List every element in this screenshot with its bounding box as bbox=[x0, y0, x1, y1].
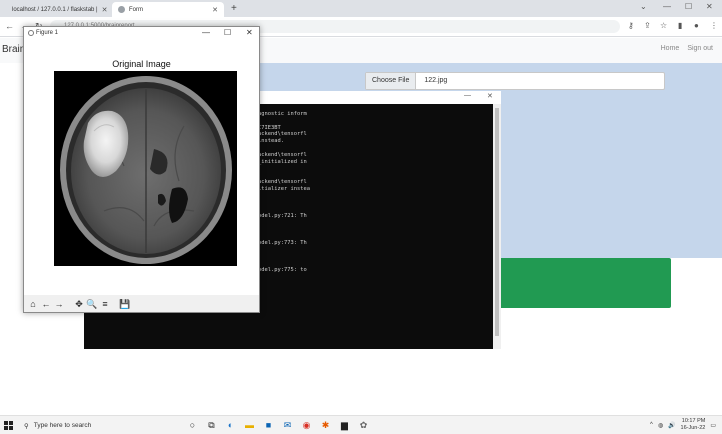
minimize-icon[interactable]: — bbox=[663, 2, 671, 11]
toolbar-separator bbox=[112, 298, 118, 310]
share-icon[interactable]: ⇪ bbox=[644, 21, 651, 30]
minimize-icon[interactable]: — bbox=[202, 28, 210, 37]
close-icon[interactable]: ✕ bbox=[706, 2, 713, 11]
clock[interactable]: 10:17 PM 16-Jun-22 bbox=[681, 418, 706, 432]
figure-window-title: Figure 1 bbox=[36, 30, 59, 36]
subplots-icon[interactable]: ≡ bbox=[99, 298, 111, 310]
home-icon[interactable]: ⌂ bbox=[27, 298, 39, 310]
new-tab-button[interactable]: + bbox=[231, 3, 237, 14]
figure-window[interactable]: Figure 1 — ☐ ✕ Original Image ⌂ ← → ✥ 🔍 … bbox=[23, 26, 260, 313]
task-view-icon[interactable]: ⧉ bbox=[205, 419, 218, 432]
chevron-up-icon[interactable]: ^ bbox=[650, 422, 653, 428]
search-icon: ⚲ bbox=[24, 422, 29, 430]
close-tab-icon[interactable]: ✕ bbox=[212, 6, 218, 14]
menu-icon[interactable]: ⋮ bbox=[710, 21, 718, 30]
pan-icon[interactable]: ✥ bbox=[73, 298, 85, 310]
close-tab-icon[interactable]: ✕ bbox=[102, 6, 108, 14]
chevron-down-icon[interactable]: ⌄ bbox=[640, 2, 647, 11]
figure-toolbar: ⌂ ← → ✥ 🔍 ≡ 💾 bbox=[24, 295, 259, 312]
selected-file-name: 122.jpg bbox=[424, 77, 448, 84]
save-icon[interactable]: 💾 bbox=[119, 298, 131, 310]
search-placeholder: Type here to search bbox=[33, 422, 92, 429]
file-input[interactable]: Choose File 122.jpg bbox=[365, 72, 665, 90]
tab-label: Form bbox=[129, 6, 143, 13]
submit-button[interactable] bbox=[498, 258, 671, 308]
globe-icon bbox=[118, 6, 125, 13]
sidebar-icon[interactable]: ▮ bbox=[678, 21, 682, 30]
figure-canvas: Original Image bbox=[24, 41, 259, 295]
xampp-icon[interactable]: ✱ bbox=[319, 419, 332, 432]
taskbar-search[interactable]: ⚲ Type here to search bbox=[20, 419, 172, 432]
network-icon[interactable]: ◍ bbox=[658, 422, 663, 429]
maximize-icon[interactable]: ☐ bbox=[685, 2, 692, 11]
file-explorer-icon[interactable]: ▬ bbox=[243, 419, 256, 432]
tab-form[interactable]: Form ✕ bbox=[112, 2, 224, 17]
back-arrow-icon[interactable]: ← bbox=[5, 21, 14, 31]
cortana-icon[interactable]: ○ bbox=[186, 419, 199, 432]
browser-tab-bar: localhost / 127.0.0.1 / flaskstab | ✕ Fo… bbox=[0, 0, 722, 17]
tab-label: localhost / 127.0.0.1 / flaskstab | bbox=[12, 6, 98, 13]
close-icon[interactable]: ✕ bbox=[246, 28, 253, 37]
mail-icon[interactable]: ✉ bbox=[281, 419, 294, 432]
figure-titlebar[interactable]: Figure 1 — ☐ ✕ bbox=[24, 27, 259, 41]
python-icon[interactable]: ✿ bbox=[357, 419, 370, 432]
nav-home-link[interactable]: Home bbox=[661, 45, 680, 52]
tab-phpmyadmin[interactable]: localhost / 127.0.0.1 / flaskstab | ✕ bbox=[2, 2, 112, 17]
chrome-icon[interactable]: ◉ bbox=[300, 419, 313, 432]
scrollbar-thumb[interactable] bbox=[495, 108, 499, 336]
zoom-icon[interactable]: 🔍 bbox=[86, 298, 98, 310]
close-icon[interactable]: ✕ bbox=[487, 92, 493, 100]
windows-start-icon[interactable] bbox=[4, 421, 13, 430]
system-tray: ^ ◍ 🔊 10:17 PM 16-Jun-22 ▭ bbox=[650, 418, 716, 432]
taskbar-apps: ○ ⧉ ◐ ▬ ■ ✉ ◉ ✱ ▆ ✿ bbox=[186, 419, 370, 432]
key-icon[interactable]: ⚷ bbox=[628, 21, 634, 30]
volume-icon[interactable]: 🔊 bbox=[668, 422, 675, 429]
minimize-icon[interactable]: — bbox=[464, 92, 471, 99]
windows-taskbar: ⚲ Type here to search ○ ⧉ ◐ ▬ ■ ✉ ◉ ✱ ▆ … bbox=[0, 415, 722, 434]
forward-icon[interactable]: → bbox=[53, 298, 65, 310]
profile-icon[interactable]: ● bbox=[694, 21, 699, 30]
choose-file-button[interactable]: Choose File bbox=[366, 73, 417, 89]
image-title: Original Image bbox=[112, 59, 171, 69]
edge-icon[interactable]: ◐ bbox=[224, 419, 237, 432]
back-icon[interactable]: ← bbox=[40, 298, 52, 310]
site-brand[interactable]: Brain bbox=[2, 44, 25, 55]
nav-signout-link[interactable]: Sign out bbox=[687, 45, 713, 52]
matplotlib-icon bbox=[28, 30, 34, 36]
store-icon[interactable]: ■ bbox=[262, 419, 275, 432]
toolbar-separator bbox=[66, 298, 72, 310]
nav-links: Home Sign out bbox=[661, 45, 713, 52]
terminal-icon[interactable]: ▆ bbox=[338, 419, 351, 432]
star-icon[interactable]: ☆ bbox=[660, 21, 667, 30]
notification-icon[interactable]: ▭ bbox=[710, 422, 716, 429]
console-scrollbar[interactable] bbox=[493, 104, 501, 349]
mri-brain-image bbox=[54, 71, 237, 266]
maximize-icon[interactable]: ☐ bbox=[224, 28, 231, 37]
clock-time: 10:17 PM bbox=[681, 418, 706, 424]
clock-date: 16-Jun-22 bbox=[680, 425, 706, 431]
